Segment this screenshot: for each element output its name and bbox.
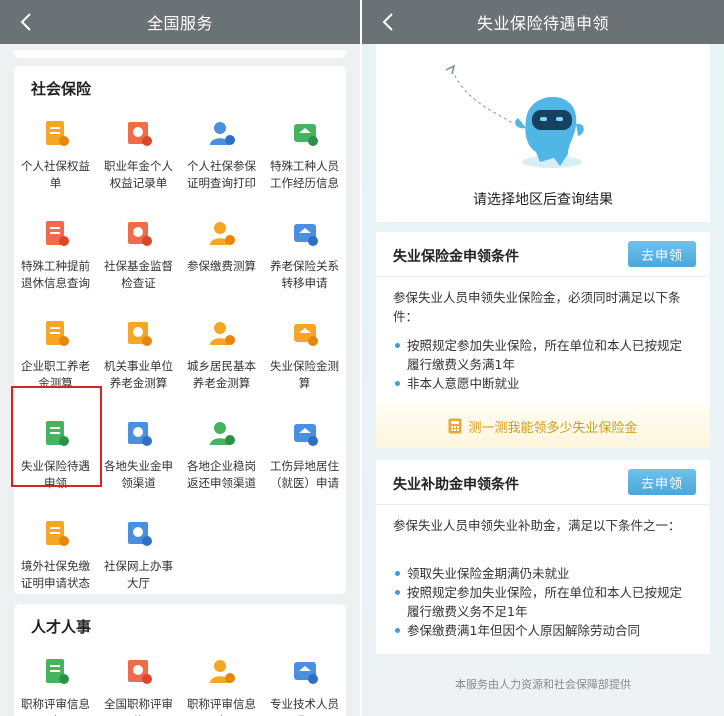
service-item[interactable]: 全国职称评审信 xyxy=(97,652,180,716)
service-item-label: 工伤异地居住（就医）申请 xyxy=(270,459,339,490)
service-item-label: 城乡居民基本养老金测算 xyxy=(187,359,256,390)
service-item-label: 职称评审信息查 xyxy=(187,697,256,716)
service-item-label: 社保网上办事大厅 xyxy=(104,559,173,590)
service-item-label: 全国职称评审信 xyxy=(104,697,173,716)
worker-info-icon xyxy=(294,124,318,146)
conditions-list: 按照规定参加失业保险，所在单位和本人已按规定履行缴费义务满1年 非本人意愿中断就… xyxy=(393,336,694,393)
top-nav-bar: 全国服务 xyxy=(0,0,360,44)
service-item[interactable]: 养老保险关系转移申请 xyxy=(263,214,346,310)
condition-item: 按照规定参加失业保险，所在单位和本人已按规定履行缴费义务满1年 xyxy=(393,336,694,374)
service-item[interactable]: 境外社保免缴证明申请状态 xyxy=(14,514,97,610)
service-item-label: 养老保险关系转移申请 xyxy=(270,259,339,290)
service-item[interactable]: 职称评审信息查 xyxy=(180,652,263,716)
transfer-icon xyxy=(294,224,318,246)
card-title: 失业保险金申领条件 xyxy=(393,249,519,265)
card-title: 失业补助金申领条件 xyxy=(393,477,519,493)
page-title: 全国服务 xyxy=(146,14,213,33)
talent-card: 人才人事 职称评审信息查全国职称评审信职称评审信息查专业技术人员职 xyxy=(14,604,346,716)
service-item[interactable]: 特殊工种人员工作经历信息 xyxy=(263,114,346,210)
service-item[interactable]: 工伤异地居住（就医）申请 xyxy=(263,414,346,510)
injury-application-icon xyxy=(294,424,318,446)
unemployment-panel: 失业保险待遇申领 请选择地区后查询结果 失业保险金申领条件 去申领 参保失业人员… xyxy=(362,0,724,716)
service-item-label: 特殊工种提前退休信息查询 xyxy=(21,259,90,290)
payment-calc-icon xyxy=(210,222,235,245)
calculator-icon xyxy=(448,418,462,434)
divider xyxy=(376,276,710,277)
benefit-calculator-link[interactable]: 测一测我能领多少失业保险金 xyxy=(376,404,710,448)
unemployment-benefit-conditions-card: 失业保险金申领条件 去申领 参保失业人员申领失业保险金，必须同时满足以下条件： … xyxy=(376,232,710,448)
condition-item: 非本人意愿中断就业 xyxy=(393,374,694,393)
service-item-label: 专业技术人员职 xyxy=(270,697,339,716)
professional-shield-icon xyxy=(294,662,318,684)
service-item[interactable]: 专业技术人员职 xyxy=(263,652,346,716)
review-query-icon xyxy=(210,660,235,683)
service-item-label: 各地失业金申领渠道 xyxy=(104,459,173,490)
divider xyxy=(376,504,710,505)
globe-certificate-icon xyxy=(46,521,69,546)
service-item[interactable]: 参保缴费测算 xyxy=(180,214,263,310)
service-item-label: 职业年金个人权益记录单 xyxy=(104,159,173,190)
service-item-label: 个人社保参保证明查询打印 xyxy=(187,159,256,190)
apply-button[interactable]: 去申领 xyxy=(628,241,696,267)
service-item[interactable]: 个人社保参保证明查询打印 xyxy=(180,114,263,210)
service-item[interactable]: 个人社保权益单 xyxy=(14,114,97,210)
national-review-icon xyxy=(128,660,152,684)
employee-pension-icon xyxy=(46,321,69,346)
service-item-label: 职称评审信息查 xyxy=(21,697,90,716)
service-item-label: 各地企业稳岗返还申领渠道 xyxy=(187,459,256,490)
service-item[interactable]: 机关事业单位养老金测算 xyxy=(97,314,180,410)
unemployment-calc-icon xyxy=(294,324,318,346)
early-retire-icon xyxy=(46,221,69,246)
tie-refund-icon xyxy=(210,422,235,445)
institution-building-icon xyxy=(128,322,152,346)
apply-button[interactable]: 去申领 xyxy=(628,469,696,495)
services-panel: 全国服务 社会保险 个人社保权益单 职业年金个人权益记录单 个人社保参保证明查询打印… xyxy=(0,0,360,716)
service-item-label: 机关事业单位养老金测算 xyxy=(104,359,173,390)
selected-service-highlight xyxy=(11,386,102,487)
service-item[interactable]: 职称评审信息查 xyxy=(14,652,97,716)
service-item-label: 特殊工种人员工作经历信息 xyxy=(270,159,339,190)
service-item[interactable]: 特殊工种提前退休信息查询 xyxy=(14,214,97,310)
service-item[interactable]: 失业保险金测算 xyxy=(263,314,346,410)
resident-pension-icon xyxy=(210,322,235,345)
service-item-label: 个人社保权益单 xyxy=(21,159,90,190)
mascot-icon xyxy=(445,64,584,168)
condition-item: 参保缴费满1年但因个人原因解除劳动合同 xyxy=(393,621,694,640)
service-item[interactable]: 社保网上办事大厅 xyxy=(97,514,180,610)
service-item-label: 参保缴费测算 xyxy=(187,259,256,273)
service-item[interactable]: 各地失业金申领渠道 xyxy=(97,414,180,510)
conditions-description: 参保失业人员申领失业补助金，满足以下条件之一： xyxy=(393,518,681,533)
unemployment-subsidy-conditions-card: 失业补助金申领条件 去申领 参保失业人员申领失业补助金，满足以下条件之一： 领取… xyxy=(376,460,710,654)
section-title: 人才人事 xyxy=(31,618,92,636)
calculator-link-label: 测一测我能领多少失业保险金 xyxy=(468,420,638,436)
id-card-icon xyxy=(128,222,152,246)
condition-item: 按照规定参加失业保险，所在单位和本人已按规定履行缴费义务不足1年 xyxy=(393,583,694,621)
certificate-print-icon xyxy=(210,122,235,145)
previous-card-edge xyxy=(14,50,346,58)
section-title: 社会保险 xyxy=(31,80,92,98)
service-item-label: 社保基金监督检查证 xyxy=(104,259,173,290)
select-region-prompt: 请选择地区后查询结果 xyxy=(473,192,613,208)
document-list-icon xyxy=(46,121,69,146)
query-result-card: 请选择地区后查询结果 xyxy=(376,44,710,222)
back-icon[interactable] xyxy=(14,8,38,36)
title-review-icon xyxy=(46,659,69,684)
service-item[interactable]: 各地企业稳岗返还申领渠道 xyxy=(180,414,263,510)
pension-record-icon xyxy=(128,122,152,146)
service-item-label: 失业保险金测算 xyxy=(270,359,339,390)
yuan-channel-icon xyxy=(128,422,152,446)
conditions-list: 领取失业保险金期满仍未就业 按照规定参加失业保险，所在单位和本人已按规定履行缴费… xyxy=(393,564,694,640)
service-item[interactable]: 社保基金监督检查证 xyxy=(97,214,180,310)
service-item-label: 境外社保免缴证明申请状态 xyxy=(21,559,90,590)
online-hall-icon xyxy=(128,522,152,546)
back-icon[interactable] xyxy=(376,8,400,36)
conditions-description: 参保失业人员申领失业保险金，必须同时满足以下条件： xyxy=(393,290,681,324)
provider-footer: 本服务由人力资源和社会保障部提供 xyxy=(455,678,631,691)
condition-item: 领取失业保险金期满仍未就业 xyxy=(393,564,694,583)
social-insurance-card: 社会保险 个人社保权益单 职业年金个人权益记录单 个人社保参保证明查询打印 特殊工种人… xyxy=(14,66,346,594)
top-nav-bar: 失业保险待遇申领 xyxy=(362,0,724,44)
service-item[interactable]: 职业年金个人权益记录单 xyxy=(97,114,180,210)
service-item[interactable]: 城乡居民基本养老金测算 xyxy=(180,314,263,410)
page-title: 失业保险待遇申领 xyxy=(476,14,609,33)
